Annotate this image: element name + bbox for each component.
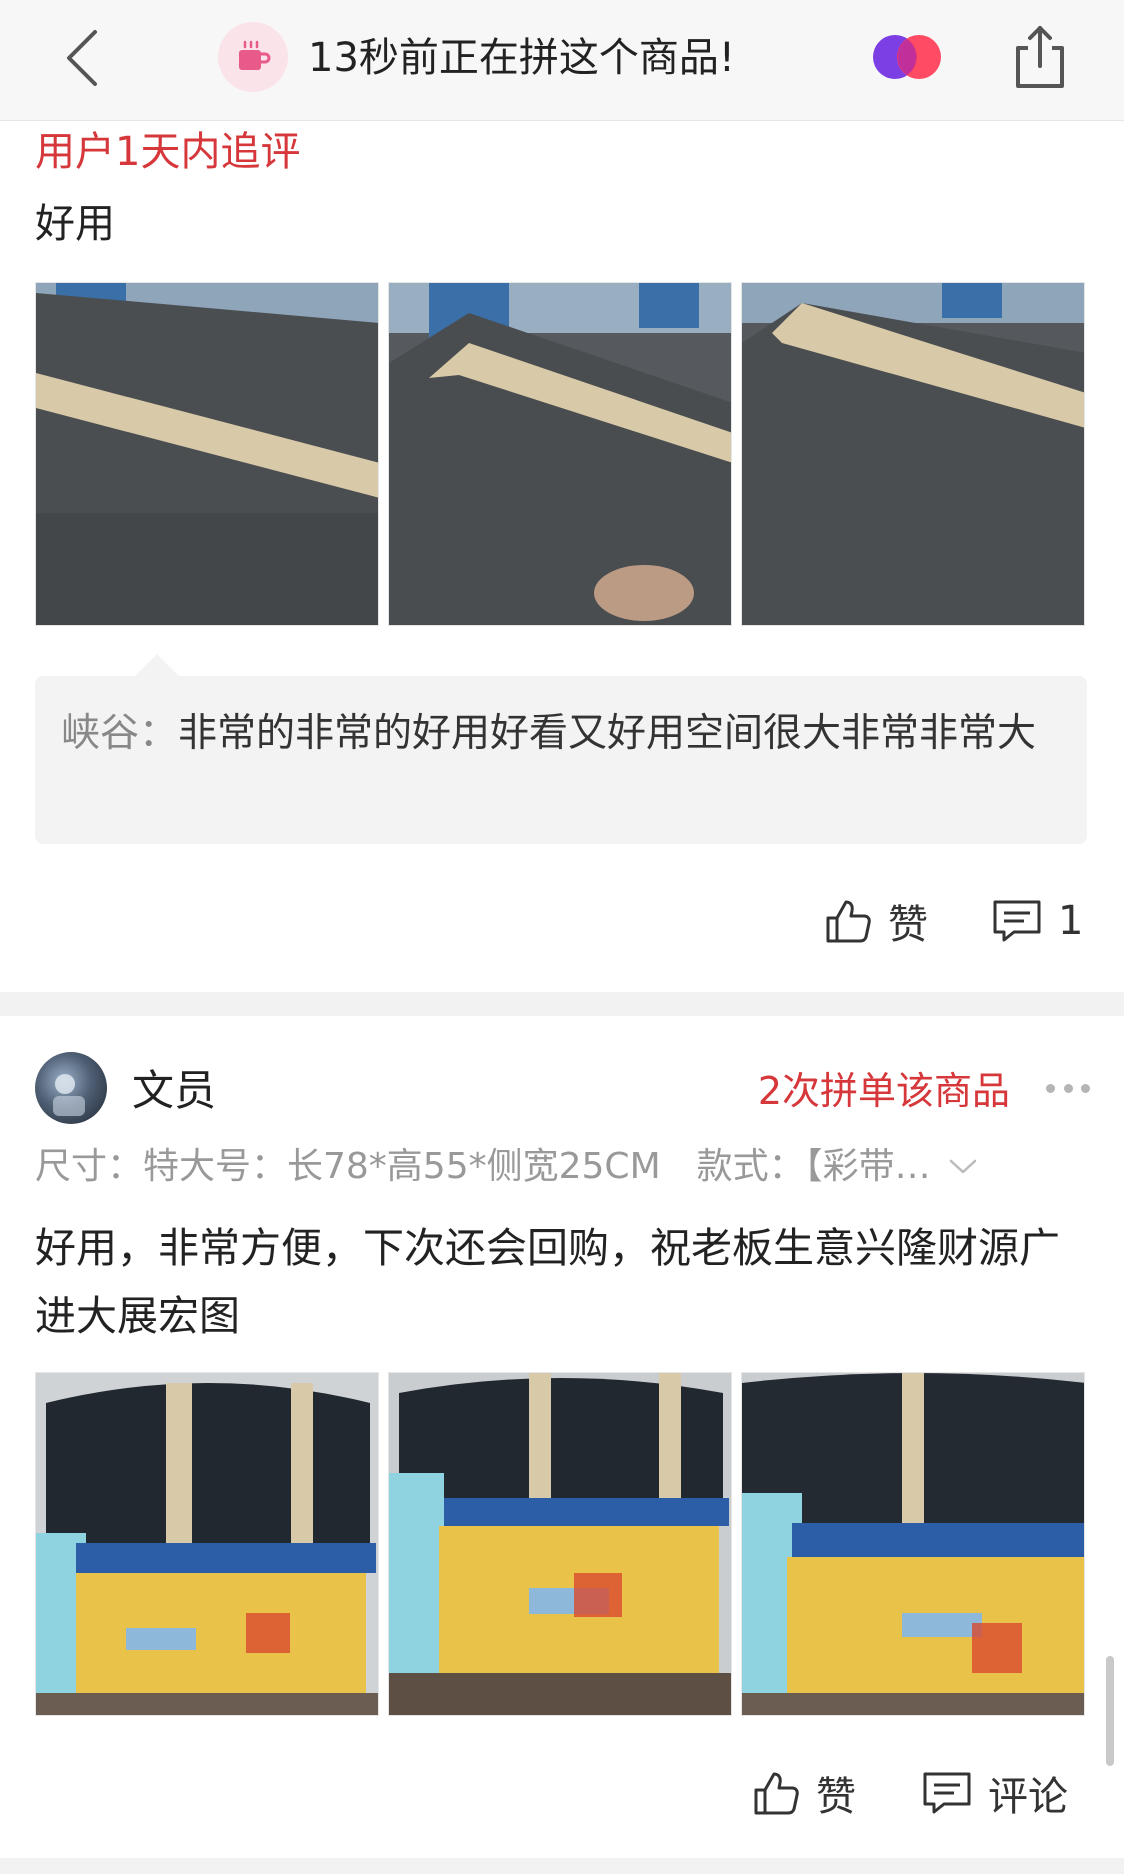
like-label: 赞	[888, 902, 928, 948]
product-spec[interactable]: 尺寸：特大号：长78*高55*侧宽25CM 款式：【彩带…	[35, 1142, 1089, 1192]
review-photo[interactable]	[35, 1372, 379, 1716]
review1-photo-row	[35, 282, 1085, 626]
comment-count: 1	[1058, 898, 1084, 944]
comment-label: 评论	[988, 1774, 1068, 1820]
avatar[interactable]	[35, 1052, 107, 1124]
review-text: 好用，非常方便，下次还会回购，祝老板生意兴隆财源广进大展宏图	[35, 1224, 1060, 1340]
reply-author: 峡谷：	[61, 711, 179, 756]
like-button[interactable]: 赞	[752, 1764, 856, 1822]
chevron-down-icon	[949, 1159, 976, 1174]
followup-title: 用户1天内追评	[35, 129, 301, 175]
brand-logo-icon[interactable]	[870, 32, 944, 82]
more-options-icon[interactable]	[1046, 1084, 1090, 1096]
followup-text: 好用	[35, 201, 115, 247]
comment-button[interactable]: 1	[992, 898, 1083, 944]
reply-text: 非常的非常的好用好看又好用空间很大非常非常大	[178, 711, 1037, 756]
chevron-left-icon	[67, 30, 97, 86]
section-divider	[0, 1858, 1124, 1874]
buyer-avatar	[218, 22, 288, 92]
like-label: 赞	[816, 1774, 856, 1820]
comment-icon	[923, 1772, 971, 1814]
thumbs-up-icon	[826, 900, 871, 943]
top-bar: 13秒前正在拼这个商品!	[0, 0, 1124, 121]
comment-button[interactable]: 评论	[922, 1764, 1068, 1822]
share-button[interactable]	[1008, 22, 1072, 92]
section-divider	[0, 992, 1124, 1016]
group-buy-notice: 13秒前正在拼这个商品!	[308, 35, 735, 81]
review-photo[interactable]	[388, 282, 732, 626]
reviewer-name[interactable]: 文员	[132, 1064, 216, 1118]
share-icon	[1016, 26, 1064, 88]
scrollbar[interactable]	[1106, 1656, 1114, 1766]
review1-actions: 赞 1	[824, 892, 1083, 950]
comment-icon	[993, 900, 1041, 942]
group-buy-count: 2次拼单该商品	[757, 1069, 1010, 1113]
back-button[interactable]	[58, 26, 108, 90]
review-photo[interactable]	[741, 1372, 1085, 1716]
review2-actions: 赞 评论	[752, 1764, 1068, 1822]
reply-pointer	[135, 654, 179, 676]
spec-text: 尺寸：特大号：长78*高55*侧宽25CM 款式：【彩带…	[35, 1146, 931, 1187]
review-photo[interactable]	[741, 282, 1085, 626]
review-photo[interactable]	[35, 282, 379, 626]
seller-reply: 峡谷：非常的非常的好用好看又好用空间很大非常非常大	[35, 654, 1087, 844]
review-photo[interactable]	[388, 1372, 732, 1716]
like-button[interactable]: 赞	[824, 892, 928, 950]
thumbs-up-icon	[754, 1772, 799, 1815]
coffee-cup-icon	[239, 40, 271, 70]
review2-photo-row	[35, 1372, 1085, 1716]
